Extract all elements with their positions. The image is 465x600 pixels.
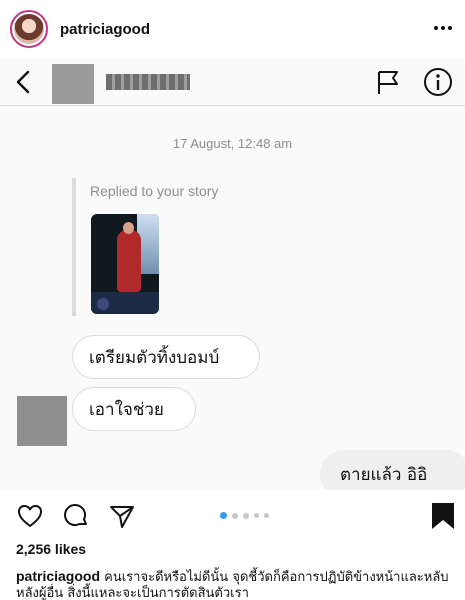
more-icon[interactable]	[431, 18, 455, 38]
flag-icon	[378, 71, 398, 94]
carousel-dot	[232, 512, 238, 519]
carousel-dot-active	[220, 512, 227, 519]
likes-count[interactable]: 2,256 likes	[16, 541, 86, 557]
share-icon[interactable]	[108, 502, 136, 530]
dm-header	[0, 58, 465, 106]
carousel-dot	[243, 512, 249, 519]
avatar-image	[14, 14, 44, 44]
carousel-dot	[254, 513, 259, 518]
story-thumbnail	[91, 214, 159, 314]
comment-icon[interactable]	[62, 502, 90, 530]
post-caption: patriciagood คนเราจะดีหรือไม่ดีนั้น จุดช…	[16, 568, 461, 600]
reply-quote-bar	[72, 178, 76, 316]
post-actions	[0, 498, 465, 534]
post-username[interactable]: patriciagood	[60, 21, 150, 38]
back-icon	[16, 70, 30, 94]
message-bubble: เตรียมตัวทิ้งบอมบ์	[72, 335, 260, 379]
post-image[interactable]: 17 August, 12:48 am Replied to your stor…	[0, 58, 465, 490]
caption-username[interactable]: patriciagood	[16, 568, 100, 584]
outgoing-message-bubble: ตายแล้ว อิอิ	[320, 450, 465, 490]
carousel-dot	[264, 513, 269, 518]
message-bubble: เอาใจช่วย	[72, 387, 196, 431]
avatar[interactable]	[10, 10, 48, 48]
bookmark-icon[interactable]	[430, 501, 456, 531]
dm-timestamp: 17 August, 12:48 am	[172, 136, 293, 151]
replied-to-story-label: Replied to your story	[90, 183, 219, 199]
post-header: patriciagood	[0, 0, 465, 58]
censored-avatar	[52, 64, 94, 104]
heart-icon[interactable]	[16, 502, 44, 530]
info-icon	[424, 68, 452, 96]
censored-username	[106, 74, 190, 90]
censored-sender-avatar	[17, 396, 67, 446]
carousel-indicator	[220, 512, 269, 519]
